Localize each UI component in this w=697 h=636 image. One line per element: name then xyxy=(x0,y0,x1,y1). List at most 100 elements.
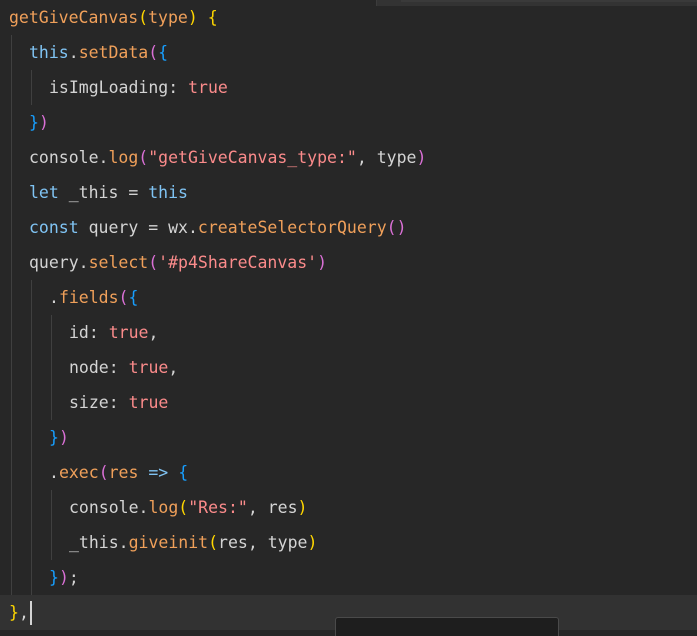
code-line[interactable]: query.select('#p4ShareCanvas') xyxy=(0,245,697,280)
code-token: fields xyxy=(58,288,119,307)
code-token: _this. xyxy=(69,533,129,552)
code-token: res, type xyxy=(218,533,308,552)
code-line[interactable]: }) xyxy=(0,105,697,140)
code-token: , xyxy=(148,323,159,342)
code-token: ; xyxy=(68,568,79,587)
code-token: console. xyxy=(69,498,149,517)
code-token: select xyxy=(88,253,149,272)
code-text: isImgLoading: true xyxy=(49,70,228,105)
indent-guide xyxy=(11,35,12,595)
code-line[interactable]: _this.giveinit(res, type) xyxy=(0,525,697,560)
code-token: ( xyxy=(138,8,149,27)
code-token: _this = xyxy=(58,183,149,202)
code-token: , type xyxy=(356,148,417,167)
code-line[interactable]: isImgLoading: true xyxy=(0,70,697,105)
code-token: console. xyxy=(29,148,109,167)
code-token: => xyxy=(138,463,179,482)
code-text: this.setData({ xyxy=(29,35,168,70)
code-token: { xyxy=(158,43,169,62)
code-token: createSelectorQuery xyxy=(197,218,387,237)
code-token: log xyxy=(108,148,139,167)
code-token: const xyxy=(29,218,79,237)
code-token: log xyxy=(148,498,179,517)
code-line[interactable]: }); xyxy=(0,560,697,595)
code-token: true xyxy=(128,393,169,412)
code-token: } xyxy=(49,428,59,447)
code-token: ( xyxy=(148,43,159,62)
code-token: ) xyxy=(58,568,69,587)
code-line[interactable]: size: true xyxy=(0,385,697,420)
code-token: , xyxy=(168,358,179,377)
code-token: id: xyxy=(69,323,109,342)
code-token: . xyxy=(49,463,59,482)
code-text: }, xyxy=(9,595,29,630)
code-token: query. xyxy=(29,253,89,272)
code-token: "Res:" xyxy=(188,498,248,517)
code-token: true xyxy=(108,323,149,342)
code-text: }); xyxy=(49,560,79,595)
code-token: , res xyxy=(247,498,298,517)
code-text: }) xyxy=(29,105,49,140)
code-line[interactable]: const query = wx.createSelectorQuery() xyxy=(0,210,697,245)
code-token: ( xyxy=(208,533,219,552)
code-line[interactable]: this.setData({ xyxy=(0,35,697,70)
indent-guide xyxy=(31,280,32,595)
code-token: true xyxy=(128,358,169,377)
code-token: ) xyxy=(317,253,328,272)
code-token: { xyxy=(207,8,218,27)
code-token: ) xyxy=(416,148,427,167)
code-token: ) xyxy=(38,113,49,132)
code-line[interactable]: getGiveCanvas(type) { xyxy=(0,0,697,35)
code-token: } xyxy=(49,568,59,587)
code-editor[interactable]: getGiveCanvas(type) {this.setData({isImg… xyxy=(0,0,697,636)
code-text: .exec(res => { xyxy=(49,455,188,490)
indent-guide xyxy=(51,490,52,560)
code-line[interactable]: }) xyxy=(0,420,697,455)
code-token: true xyxy=(188,78,228,97)
code-token: { xyxy=(128,288,139,307)
code-token: giveinit xyxy=(128,533,209,552)
code-token: ( xyxy=(118,288,129,307)
text-cursor xyxy=(30,601,32,625)
code-line[interactable]: node: true, xyxy=(0,350,697,385)
code-line[interactable]: .fields({ xyxy=(0,280,697,315)
code-line[interactable]: .exec(res => { xyxy=(0,455,697,490)
code-text: _this.giveinit(res, type) xyxy=(69,525,317,560)
code-token: ( xyxy=(138,148,149,167)
code-line[interactable]: id: true, xyxy=(0,315,697,350)
code-token: isImgLoading: xyxy=(49,78,189,97)
code-line[interactable]: console.log("getGiveCanvas_type:", type) xyxy=(0,140,697,175)
code-text: getGiveCanvas(type) { xyxy=(9,0,218,35)
code-text: id: true, xyxy=(69,315,158,350)
code-text: const query = wx.createSelectorQuery() xyxy=(29,210,407,245)
code-text: query.select('#p4ShareCanvas') xyxy=(29,245,327,280)
code-token: ) xyxy=(297,498,308,517)
code-token: } xyxy=(9,603,19,622)
indent-guide xyxy=(31,70,32,105)
code-token: query = wx. xyxy=(78,218,198,237)
hover-widget-edge xyxy=(335,617,559,636)
code-token: ) xyxy=(307,533,318,552)
code-token: size: xyxy=(69,393,129,412)
code-line[interactable]: let _this = this xyxy=(0,175,697,210)
code-token: () xyxy=(386,218,407,237)
code-token: ) xyxy=(187,8,198,27)
code-text: node: true, xyxy=(69,350,178,385)
code-token: { xyxy=(178,463,189,482)
code-line[interactable]: console.log("Res:", res) xyxy=(0,490,697,525)
code-token: node: xyxy=(69,358,129,377)
code-text: size: true xyxy=(69,385,168,420)
code-token: ( xyxy=(148,253,159,272)
code-token: this xyxy=(148,183,188,202)
code-token: getGiveCanvas xyxy=(9,8,139,27)
code-token: exec xyxy=(58,463,99,482)
code-token: ) xyxy=(58,428,69,447)
code-token: ( xyxy=(178,498,189,517)
code-token: ( xyxy=(98,463,109,482)
code-token: let xyxy=(29,183,59,202)
code-text: console.log("getGiveCanvas_type:", type) xyxy=(29,140,426,175)
code-token: . xyxy=(49,288,59,307)
code-token: } xyxy=(29,113,39,132)
code-token: "getGiveCanvas_type:" xyxy=(148,148,357,167)
code-text: let _this = this xyxy=(29,175,188,210)
